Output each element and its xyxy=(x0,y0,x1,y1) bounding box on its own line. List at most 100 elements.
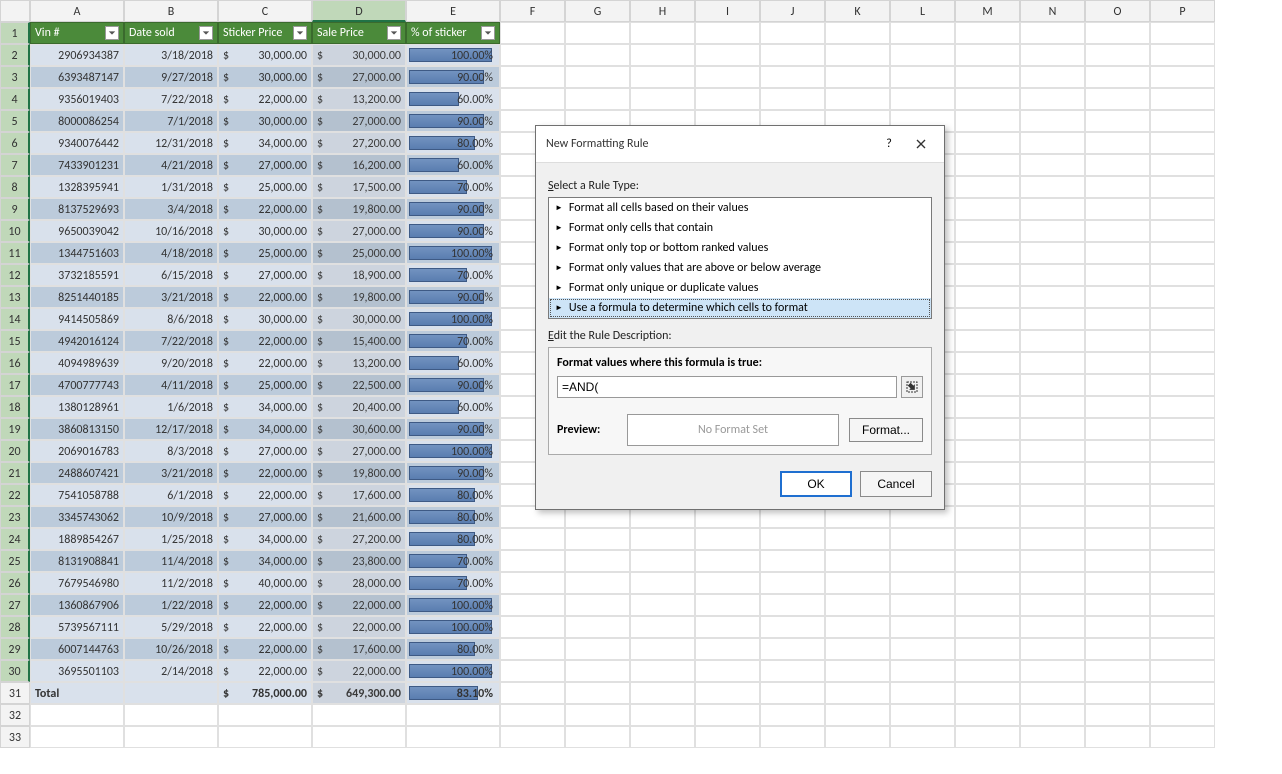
cell[interactable] xyxy=(1020,88,1085,110)
filter-dropdown-button[interactable] xyxy=(199,26,213,40)
cell[interactable] xyxy=(890,550,955,572)
column-header-e[interactable]: E xyxy=(406,0,500,22)
cell[interactable] xyxy=(955,594,1020,616)
cell[interactable] xyxy=(695,616,760,638)
cell[interactable] xyxy=(1085,264,1150,286)
cell[interactable] xyxy=(500,660,565,682)
cell[interactable] xyxy=(630,88,695,110)
cell[interactable] xyxy=(760,550,825,572)
table-header-cell[interactable]: Vin # xyxy=(30,22,124,44)
cell[interactable] xyxy=(1020,594,1085,616)
cell[interactable] xyxy=(890,528,955,550)
cell[interactable]: $27,200.00 xyxy=(312,132,406,154)
cell[interactable] xyxy=(955,154,1020,176)
cell[interactable]: $22,000.00 xyxy=(218,616,312,638)
column-header-d[interactable]: D xyxy=(312,0,406,22)
cell[interactable] xyxy=(760,638,825,660)
row-header[interactable]: 18 xyxy=(0,396,30,418)
row-header[interactable]: 27 xyxy=(0,594,30,616)
cell[interactable] xyxy=(955,440,1020,462)
rule-type-option[interactable]: ►Format all cells based on their values xyxy=(549,198,931,218)
cell[interactable]: 5/29/2018 xyxy=(124,616,218,638)
cell[interactable]: $30,000.00 xyxy=(312,308,406,330)
formula-input[interactable] xyxy=(557,376,897,398)
cell[interactable]: $13,200.00 xyxy=(312,352,406,374)
cell[interactable]: $18,900.00 xyxy=(312,264,406,286)
cell[interactable]: $30,000.00 xyxy=(218,66,312,88)
cell[interactable] xyxy=(955,352,1020,374)
cell[interactable]: 5739567111 xyxy=(30,616,124,638)
cell[interactable] xyxy=(1085,660,1150,682)
cell[interactable] xyxy=(1085,594,1150,616)
cell[interactable] xyxy=(1085,132,1150,154)
cell[interactable] xyxy=(1150,176,1215,198)
cell[interactable] xyxy=(1020,22,1085,44)
cell[interactable]: $22,500.00 xyxy=(312,374,406,396)
filter-dropdown-button[interactable] xyxy=(293,26,307,40)
cell[interactable] xyxy=(825,88,890,110)
data-bar-cell[interactable]: 60.00% xyxy=(406,154,500,176)
cell[interactable] xyxy=(1150,132,1215,154)
cell[interactable] xyxy=(1085,22,1150,44)
cell[interactable] xyxy=(955,132,1020,154)
cell[interactable] xyxy=(500,682,565,704)
cell[interactable] xyxy=(1150,440,1215,462)
data-bar-cell[interactable]: 70.00% xyxy=(406,264,500,286)
cell[interactable] xyxy=(1085,352,1150,374)
cell[interactable] xyxy=(1020,506,1085,528)
cell[interactable]: $17,500.00 xyxy=(312,176,406,198)
cell[interactable] xyxy=(955,66,1020,88)
cell[interactable]: 9650039042 xyxy=(30,220,124,242)
cell[interactable]: $25,000.00 xyxy=(218,374,312,396)
column-header-l[interactable]: L xyxy=(890,0,955,22)
cell[interactable]: $649,300.00 xyxy=(312,682,406,704)
cell[interactable] xyxy=(30,704,124,726)
cell[interactable] xyxy=(955,44,1020,66)
cell[interactable] xyxy=(1085,198,1150,220)
cell[interactable] xyxy=(630,638,695,660)
cell[interactable] xyxy=(760,616,825,638)
cell[interactable]: $22,000.00 xyxy=(218,462,312,484)
cell[interactable] xyxy=(1085,682,1150,704)
row-header[interactable]: 15 xyxy=(0,330,30,352)
cell[interactable] xyxy=(1020,44,1085,66)
row-header[interactable]: 2 xyxy=(0,44,30,66)
cell[interactable]: 8000086254 xyxy=(30,110,124,132)
data-bar-cell[interactable]: 100.00% xyxy=(406,594,500,616)
cell[interactable]: 1/25/2018 xyxy=(124,528,218,550)
cell[interactable]: $22,000.00 xyxy=(312,660,406,682)
cell[interactable] xyxy=(1150,22,1215,44)
row-header[interactable]: 1 xyxy=(0,22,30,44)
data-bar-cell[interactable]: 100.00% xyxy=(406,616,500,638)
cell[interactable]: 4/11/2018 xyxy=(124,374,218,396)
cell[interactable] xyxy=(1150,726,1215,748)
cell[interactable] xyxy=(1150,286,1215,308)
cell[interactable]: 4094989639 xyxy=(30,352,124,374)
cell[interactable] xyxy=(630,616,695,638)
cell[interactable]: 8137529693 xyxy=(30,198,124,220)
cell[interactable]: 4/21/2018 xyxy=(124,154,218,176)
cell[interactable]: 2069016783 xyxy=(30,440,124,462)
row-header[interactable]: 19 xyxy=(0,418,30,440)
row-header[interactable]: 9 xyxy=(0,198,30,220)
cell[interactable] xyxy=(1085,396,1150,418)
cell[interactable]: $27,200.00 xyxy=(312,528,406,550)
cell[interactable]: 12/17/2018 xyxy=(124,418,218,440)
cell[interactable] xyxy=(1085,484,1150,506)
cell[interactable] xyxy=(760,594,825,616)
cell[interactable] xyxy=(565,704,630,726)
row-header[interactable]: 22 xyxy=(0,484,30,506)
row-header[interactable]: 8 xyxy=(0,176,30,198)
cell[interactable]: $22,000.00 xyxy=(312,616,406,638)
cell[interactable] xyxy=(695,44,760,66)
cell[interactable] xyxy=(760,704,825,726)
cell[interactable] xyxy=(955,286,1020,308)
cell[interactable] xyxy=(1150,374,1215,396)
cell[interactable]: $22,000.00 xyxy=(312,594,406,616)
data-bar-cell[interactable]: 90.00% xyxy=(406,462,500,484)
cell[interactable] xyxy=(1085,550,1150,572)
cell[interactable] xyxy=(565,594,630,616)
cell[interactable] xyxy=(825,726,890,748)
cell[interactable]: 2906934387 xyxy=(30,44,124,66)
cell[interactable] xyxy=(695,594,760,616)
